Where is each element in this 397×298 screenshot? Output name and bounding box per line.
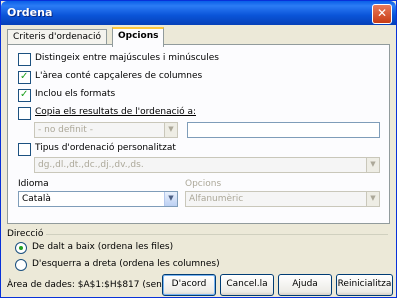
has-headers-checkbox[interactable]: ✓ [18,71,31,84]
direction-left-to-right[interactable]: D'esquerra a dreta (ordena les columnes) [15,258,315,272]
case-sensitive-label: Distingeix entre majúscules i minúscules [35,53,219,63]
custom-order-checkbox[interactable] [18,143,31,156]
language-dropdown[interactable]: Català ▼ [18,191,178,207]
chevron-down-icon[interactable]: ▼ [366,192,379,206]
include-formats-label: Inclou els formats [35,89,116,99]
dialog-body: Criteris d'ordenació Opcions Distingeix … [4,25,393,294]
cancel-button[interactable]: Cancel.la [220,274,274,296]
case-sensitive-option[interactable]: Distingeix entre majúscules i minúscules [18,52,318,66]
checkmark-icon: ✓ [20,89,29,100]
tab-options[interactable]: Opcions [112,27,165,47]
chevron-down-icon[interactable]: ▼ [366,158,379,172]
options-panel: Distingeix entre majúscules i minúscules… [7,44,390,224]
close-button[interactable]: ✕ [372,4,392,24]
custom-order-label: Tipus d'ordenació personalitzat [35,143,176,153]
title-bar: Ordena ✕ [1,1,396,25]
case-sensitive-checkbox[interactable] [18,53,31,66]
left-to-right-radio[interactable] [15,259,27,271]
copy-results-checkbox[interactable] [18,107,31,120]
checkmark-icon: ✓ [20,71,29,82]
sort-dialog: Ordena ✕ Criteris d'ordenació Opcions Di… [0,0,397,298]
help-button[interactable]: Ajuda [278,274,332,296]
reset-button[interactable]: Reinicialitza [336,274,393,296]
copy-target-dropdown[interactable]: - no definit - ▼ [34,122,178,138]
lang-options-dropdown[interactable]: Alfanumèric ▼ [185,191,380,207]
copy-results-label: Copia els resultats de l'ordenació a: [35,107,196,117]
language-label: Idioma [18,179,49,189]
include-formats-option[interactable]: ✓ Inclou els formats [18,88,318,102]
custom-order-dropdown[interactable]: dg.,dl.,dt.,dc.,dj.,dv.,ds. ▼ [34,157,380,173]
tab-sort-criteria[interactable]: Criteris d'ordenació [7,29,107,45]
custom-order-option[interactable]: Tipus d'ordenació personalitzat [18,142,318,156]
direction-separator [46,234,388,235]
ok-button[interactable]: D'acord [162,274,216,296]
direction-label: Direcció [7,229,44,239]
custom-order-value: dg.,dl.,dt.,dc.,dj.,dv.,ds. [38,160,144,170]
chevron-down-icon[interactable]: ▼ [164,123,177,137]
include-formats-checkbox[interactable]: ✓ [18,89,31,102]
has-headers-label: L'àrea conté capçaleres de columnes [35,71,203,81]
has-headers-option[interactable]: ✓ L'àrea conté capçaleres de columnes [18,70,318,84]
chevron-down-icon[interactable]: ▼ [164,192,177,206]
lang-options-label: Opcions [185,179,222,189]
top-to-bottom-radio[interactable] [15,242,27,254]
close-icon: ✕ [376,6,388,20]
language-value: Català [22,194,51,204]
radio-selected-dot [19,246,23,250]
direction-top-to-bottom[interactable]: De dalt a baix (ordena les files) [15,241,315,255]
copy-target-input[interactable] [187,122,380,138]
top-to-bottom-label: De dalt a baix (ordena les files) [32,242,174,252]
copy-target-value: - no definit - [38,125,93,135]
copy-results-option[interactable]: Copia els resultats de l'ordenació a: [18,106,318,120]
lang-options-value: Alfanumèric [189,194,244,204]
window-title: Ordena [7,6,53,19]
left-to-right-label: D'esquerra a dreta (ordena les columnes) [32,259,220,269]
